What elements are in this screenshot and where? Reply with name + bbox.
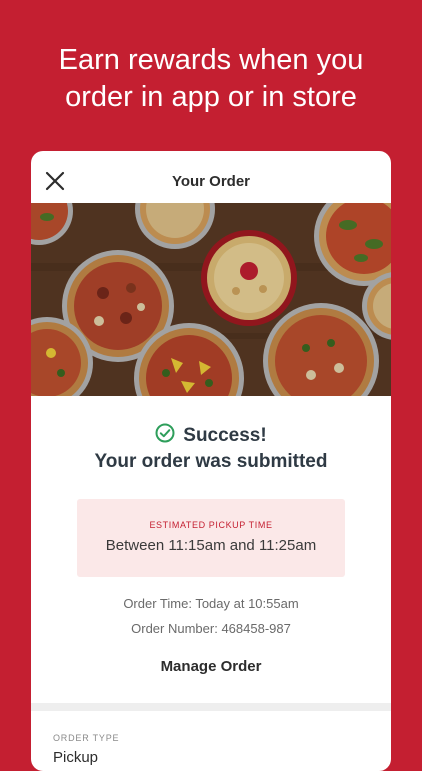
- check-circle-icon: [155, 423, 175, 449]
- order-type-label: ORDER TYPE: [53, 733, 120, 743]
- section-divider: [31, 703, 391, 711]
- confirmation-section: Success! Your order was submitted: [31, 423, 391, 473]
- success-message: Your order was submitted: [94, 451, 328, 472]
- order-number: Order Number: 468458-987: [131, 621, 291, 636]
- order-time: Order Time: Today at 10:55am: [123, 596, 299, 611]
- promo-line-2: order in app or in store: [65, 81, 357, 113]
- pickup-time-box: ESTIMATED PICKUP TIME Between 11:15am an…: [77, 499, 345, 577]
- manage-order-button[interactable]: Manage Order: [31, 658, 391, 675]
- promo-headline: Earn rewards when you order in app or in…: [0, 42, 422, 116]
- order-card: Your Order Success! Your order was submi…: [31, 151, 391, 771]
- success-status: Success!: [183, 425, 267, 446]
- card-header: Your Order: [31, 151, 391, 203]
- success-line: Success!: [31, 423, 391, 449]
- order-type-value: Pickup: [53, 749, 99, 766]
- hero-image: [31, 203, 391, 396]
- promo-line-1: Earn rewards when you: [58, 44, 364, 76]
- pickup-time: Between 11:15am and 11:25am: [105, 537, 317, 554]
- pickup-label: ESTIMATED PICKUP TIME: [149, 520, 273, 530]
- order-meta: Order Time: Today at 10:55am Order Numbe…: [31, 591, 391, 641]
- page-title: Your Order: [171, 173, 251, 190]
